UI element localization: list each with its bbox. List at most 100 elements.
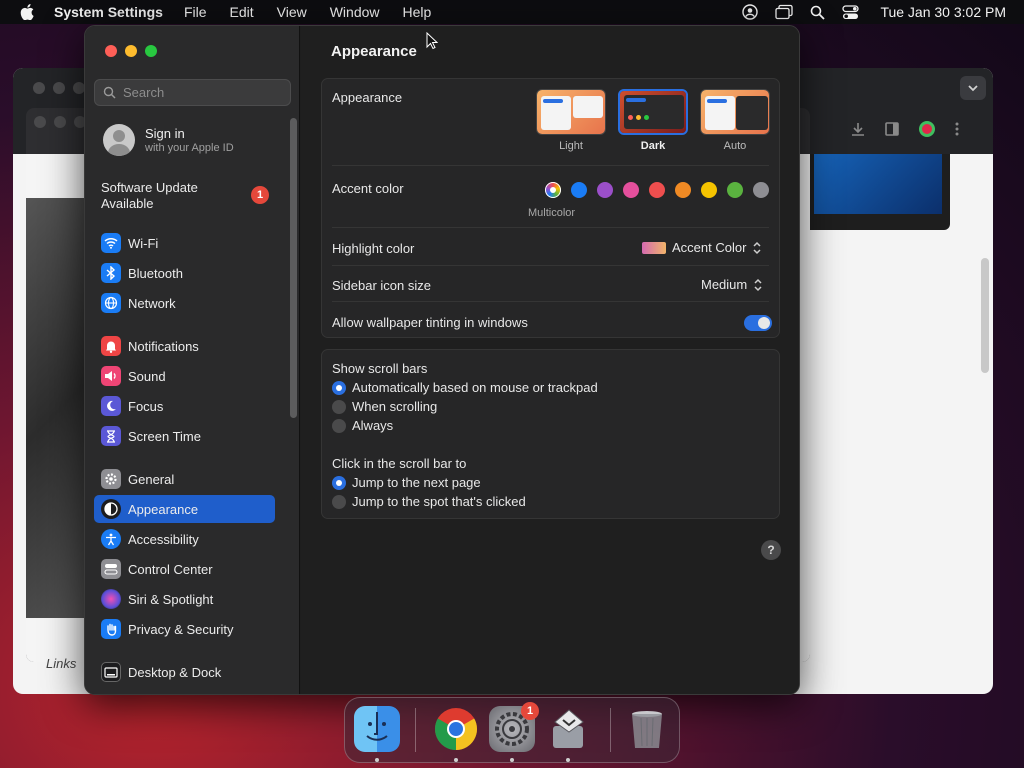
appearance-option-dark[interactable] [618,89,688,135]
sidebar-item-screen-time[interactable]: Screen Time [94,422,275,450]
chrome-icon [434,708,478,750]
sidebar-item-label: General [128,471,175,487]
scroll-bars-group: Show scroll bars Automatically based on … [321,349,780,519]
highlight-color-popup[interactable]: Accent Color [642,240,763,255]
sidebar-item-notifications[interactable]: Notifications [94,332,275,360]
spotlight-search-icon[interactable] [810,5,826,20]
sidebar-scrollbar[interactable] [290,118,297,418]
click-option-next-page[interactable]: Jump to the next page [332,475,481,490]
menu-help[interactable]: Help [403,4,432,20]
background-toolbar [850,120,960,138]
sidebar-item-bluetooth[interactable]: Bluetooth [94,259,275,287]
radio-unselected [332,399,346,414]
background-laptop-image [810,154,950,230]
scroll-bars-option-scrolling[interactable]: When scrolling [332,399,437,414]
close-button[interactable] [105,45,117,57]
sidebar-item-sound[interactable]: Sound [94,362,275,390]
software-update-item[interactable]: Software Update Available [101,180,198,212]
chevron-updown-icon [753,241,761,254]
hourglass-icon [101,426,121,446]
accent-green-swatch[interactable] [727,182,743,198]
scroll-bars-option-auto[interactable]: Automatically based on mouse or trackpad [332,380,598,395]
dock: 1 [344,697,680,763]
sidebar-item-control-center[interactable]: Control Center [94,555,275,583]
screen-mirroring-icon[interactable] [775,4,794,20]
accent-red-swatch[interactable] [649,182,665,198]
appearance-option-auto[interactable] [700,89,770,135]
menu-edit[interactable]: Edit [230,4,254,20]
sidebar-item-accessibility[interactable]: Accessibility [94,525,275,553]
trash-icon [632,711,662,748]
search-input[interactable]: Search [94,79,291,106]
sidebar-item-focus[interactable]: Focus [94,392,275,420]
background-scrollbar[interactable] [981,258,989,373]
accent-blue-swatch[interactable] [571,182,587,198]
control-center-icon[interactable] [842,4,860,20]
scroll-bars-option-always[interactable]: Always [332,418,393,433]
menu-clock[interactable]: Tue Jan 30 3:02 PM [880,4,1006,20]
bell-icon [101,336,121,356]
dock-running-indicator [454,758,458,762]
accent-yellow-swatch[interactable] [701,182,717,198]
background-minimize-dot [53,82,65,94]
click-option-spot-clicked[interactable]: Jump to the spot that's clicked [332,494,526,509]
accent-orange-swatch[interactable] [675,182,691,198]
radio-unselected [332,418,346,433]
appearance-auto-label: Auto [723,140,747,152]
dock-chrome[interactable] [433,706,479,752]
background-tab-menu-button[interactable] [960,76,986,100]
user-account-icon[interactable] [742,4,759,20]
signin-subtitle: with your Apple ID [145,142,234,154]
sidebar-item-wifi[interactable]: Wi-Fi [94,229,275,257]
dock-finder[interactable] [354,706,400,752]
minimize-button[interactable] [125,45,137,57]
accent-purple-swatch[interactable] [597,182,613,198]
menu-bar: System Settings File Edit View Window He… [0,0,1024,24]
menu-file[interactable]: File [184,4,207,20]
sidebar-item-privacy-security[interactable]: Privacy & Security [94,615,275,643]
dock-separator [610,708,611,752]
appearance-dark-label: Dark [640,140,666,152]
software-update-line2: Available [101,196,154,211]
sidebar-item-label: Privacy & Security [128,621,234,637]
sidebar-item-desktop-dock[interactable]: Desktop & Dock [94,658,275,686]
appearance-option-light[interactable] [536,89,606,135]
chevron-down-icon [968,85,978,92]
dock-running-indicator [510,758,514,762]
sidebar-item-label: Control Center [128,561,213,577]
sidebar-item-network[interactable]: Network [94,289,275,317]
accessibility-icon [101,529,121,549]
wallpaper-tint-toggle[interactable] [744,315,772,331]
highlight-color-value: Accent Color [672,240,747,255]
accent-multicolor-swatch[interactable] [545,182,561,198]
sidebar-item-appearance[interactable]: Appearance [94,495,275,523]
chevron-updown-icon [754,278,762,291]
accent-selected-caption: Multicolor [528,207,576,219]
search-icon [103,86,116,99]
menu-app-name[interactable]: System Settings [54,4,163,20]
sidebar-item-general[interactable]: General [94,465,275,493]
more-options-icon[interactable] [954,121,960,137]
zoom-button[interactable] [145,45,157,57]
apple-logo-icon[interactable] [20,4,34,20]
inner-minimize-dot [54,116,66,128]
sidebar-icon-size-popup[interactable]: Medium [701,277,764,292]
download-icon[interactable] [850,121,866,137]
sidebar-toggle-icon[interactable] [884,121,900,137]
dock-trash[interactable] [624,706,670,752]
dock-migration-assistant[interactable] [545,706,591,752]
menu-view[interactable]: View [277,4,307,20]
accent-graphite-swatch[interactable] [753,182,769,198]
help-button[interactable]: ? [761,540,781,560]
migration-assistant-icon [553,709,584,748]
sidebar-item-label: Screen Time [128,428,201,444]
sidebar-item-siri-spotlight[interactable]: Siri & Spotlight [94,585,275,613]
menu-window[interactable]: Window [330,4,380,20]
moon-icon [101,396,121,416]
apple-id-signin[interactable]: Sign in with your Apple ID [103,124,234,156]
sidebar-item-label: Accessibility [128,531,199,547]
sidebar-item-label: Bluetooth [128,265,183,281]
appearance-icon [101,499,121,519]
profile-icon[interactable] [918,120,936,138]
accent-pink-swatch[interactable] [623,182,639,198]
